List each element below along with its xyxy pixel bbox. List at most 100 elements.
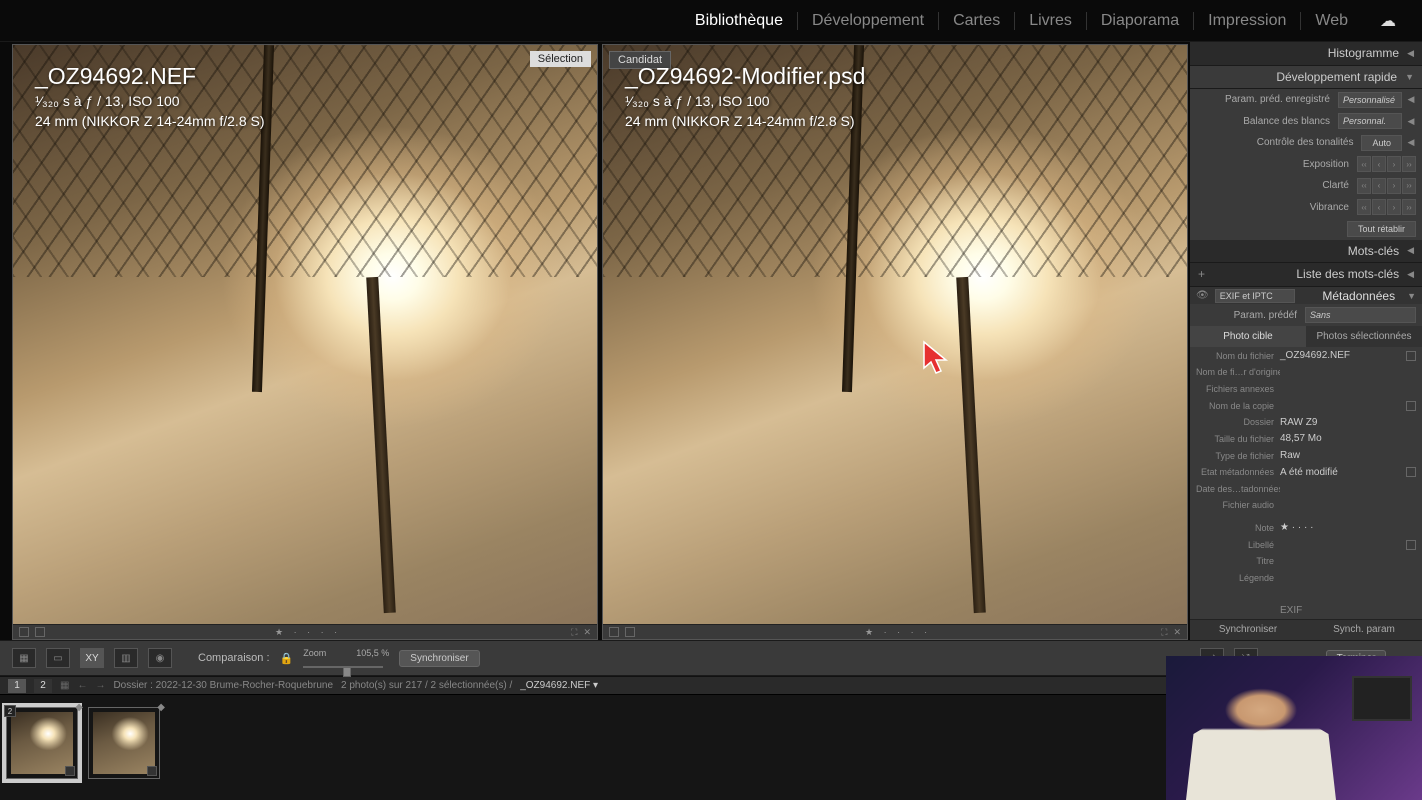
survey-view-icon[interactable]: ▥ (114, 648, 138, 668)
lens-label: 24 mm (NIKKOR Z 14-24mm f/2.8 S) (625, 112, 865, 132)
expand-icon[interactable]: ◀ (1406, 137, 1416, 148)
photo-content (603, 45, 1187, 624)
histogram-header[interactable]: Histogramme◀ (1190, 42, 1422, 66)
vibrance-stepper[interactable]: ‹‹‹››› (1357, 199, 1416, 215)
people-view-icon[interactable]: ◉ (148, 648, 172, 668)
badge-icon (147, 766, 157, 776)
close-icon[interactable]: ✕ (583, 627, 591, 638)
meta-exif-header: EXIF (1190, 602, 1422, 619)
compare-view-icon[interactable]: XY (80, 648, 104, 668)
nav-books[interactable]: Livres (1014, 12, 1086, 30)
exposure-label: Exposition (1196, 159, 1353, 170)
webcam-overlay (1166, 656, 1422, 800)
flag-reject-icon[interactable] (35, 627, 45, 637)
keywords-header[interactable]: Mots-clés◀ (1190, 240, 1422, 264)
metadata-header-row: 👁 EXIF et IPTC Métadonnées ▼ (1190, 287, 1422, 305)
nav-develop[interactable]: Développement (797, 12, 938, 30)
back-icon[interactable]: ← (77, 680, 87, 691)
meta-sidecar: Fichiers annexes (1190, 381, 1422, 398)
nav-maps[interactable]: Cartes (938, 12, 1014, 30)
action-icon[interactable] (1406, 540, 1416, 550)
photo-content (13, 45, 597, 624)
eye-icon[interactable]: 👁 (1196, 290, 1209, 301)
photo-count: 2 photo(s) sur 217 / 2 sélectionnée(s) / (341, 680, 512, 691)
clarity-label: Clarté (1196, 180, 1353, 191)
corner-marker: ◆ (75, 702, 83, 713)
vibrance-label: Vibrance (1196, 202, 1353, 213)
meta-label: Libellé (1190, 536, 1422, 553)
wb-select[interactable]: Personnal. (1338, 113, 1402, 129)
meta-origname: Nom de fi…r d'origine (1190, 364, 1422, 381)
grid-view-icon[interactable]: ▦ (12, 648, 36, 668)
quick-develop-header[interactable]: Développement rapide▼ (1190, 66, 1422, 90)
monitor-1-button[interactable]: 1 (8, 679, 26, 693)
corner-marker: ◆ (157, 702, 165, 713)
reset-all-button[interactable]: Tout rétablir (1347, 221, 1416, 237)
metadata-title[interactable]: Métadonnées (1322, 289, 1395, 303)
tone-label: Contrôle des tonalités (1196, 137, 1357, 148)
rating-stars[interactable]: ★ · · · · (51, 627, 565, 638)
lock-icon[interactable]: 🔒 (280, 652, 294, 665)
saved-preset-label: Param. préd. enregistré (1196, 94, 1334, 105)
action-icon[interactable] (1406, 401, 1416, 411)
metadata-set-select[interactable]: EXIF et IPTC (1215, 289, 1295, 303)
grid-small-icon[interactable]: ▦ (60, 680, 69, 691)
loupe-view-icon[interactable]: ▭ (46, 648, 70, 668)
tab-selected-photos[interactable]: Photos sélectionnées (1306, 326, 1422, 348)
badge-icon (65, 766, 75, 776)
meta-state: Etat métadonnéesA été modifié (1190, 464, 1422, 481)
meta-filesize: Taille du fichier48,57 Mo (1190, 431, 1422, 448)
saved-preset-select[interactable]: Personnalisé (1338, 92, 1402, 108)
filename-label: _OZ94692.NEF (35, 63, 265, 90)
wb-label: Balance des blancs (1196, 116, 1334, 127)
thumbnail[interactable]: ◆ (88, 707, 160, 779)
candidate-image[interactable]: Candidat _OZ94692-Modifier.psd ¹⁄₃₂₀ s à… (603, 45, 1187, 624)
thumbnail[interactable]: 2 ◆ (6, 707, 78, 779)
tone-control-row: Contrôle des tonalités Auto ◀ (1190, 132, 1422, 154)
exposure-label: ¹⁄₃₂₀ s à ƒ / 13, ISO 100 (625, 92, 865, 112)
rating-stars[interactable]: ★ · · · · (1280, 522, 1416, 533)
expand-icon[interactable]: ◀ (1406, 116, 1416, 127)
zoom-value: 105,5 % (356, 648, 389, 658)
image-footer: ★ · · · · ⛶ ✕ (13, 624, 597, 639)
folder-path[interactable]: Dossier : 2022-12-30 Brume-Rocher-Roqueb… (113, 680, 333, 691)
vibrance-row: Vibrance ‹‹‹››› (1190, 197, 1422, 219)
exposure-stepper[interactable]: ‹‹‹››› (1357, 156, 1416, 172)
flag-pick-icon[interactable] (609, 627, 619, 637)
main-area: Sélection _OZ94692.NEF ¹⁄₃₂₀ s à ƒ / 13,… (0, 42, 1422, 640)
flag-reject-icon[interactable] (625, 627, 635, 637)
selection-image[interactable]: Sélection _OZ94692.NEF ¹⁄₃₂₀ s à ƒ / 13,… (13, 45, 597, 624)
zoom-slider[interactable] (303, 658, 383, 668)
nav-slideshow[interactable]: Diaporama (1086, 12, 1193, 30)
sync-settings-button[interactable]: Synch. param (1306, 620, 1422, 640)
close-icon[interactable]: ✕ (1173, 627, 1181, 638)
action-icon[interactable] (1406, 351, 1416, 361)
action-icon[interactable] (1406, 467, 1416, 477)
clarity-stepper[interactable]: ‹‹‹››› (1357, 178, 1416, 194)
keyword-list-header[interactable]: +Liste des mots-clés◀ (1190, 263, 1422, 287)
nav-print[interactable]: Impression (1193, 12, 1300, 30)
nav-library[interactable]: Bibliothèque (681, 12, 797, 30)
exposure-row: Exposition ‹‹‹››› (1190, 154, 1422, 176)
rating-stars[interactable]: ★ · · · · (641, 627, 1155, 638)
meta-caption: Légende (1190, 570, 1422, 587)
lens-label: 24 mm (NIKKOR Z 14-24mm f/2.8 S) (35, 112, 265, 132)
monitor-2-button[interactable]: 2 (34, 679, 52, 693)
auto-tone-button[interactable]: Auto (1361, 135, 1402, 151)
flag-pick-icon[interactable] (19, 627, 29, 637)
reset-row: Tout rétablir (1190, 218, 1422, 240)
forward-icon[interactable]: → (95, 680, 105, 691)
unlink-icon[interactable]: ⛶ (571, 627, 577, 638)
meta-filename: Nom du fichier_OZ94692.NEF (1190, 347, 1422, 364)
expand-icon[interactable]: ◀ (1406, 94, 1416, 105)
nav-web[interactable]: Web (1300, 12, 1362, 30)
compare-label: Comparaison : (198, 652, 270, 664)
current-file[interactable]: _OZ94692.NEF ▾ (520, 680, 598, 691)
cloud-sync-icon[interactable]: ☁ (1362, 11, 1410, 31)
tab-target-photo[interactable]: Photo cible (1190, 326, 1306, 348)
image-info-overlay: _OZ94692.NEF ¹⁄₃₂₀ s à ƒ / 13, ISO 100 2… (35, 63, 265, 131)
unlink-icon[interactable]: ⛶ (1161, 627, 1167, 638)
sync-button[interactable]: Synchroniser (1190, 620, 1306, 640)
sync-compare-button[interactable]: Synchroniser (399, 650, 479, 667)
preset-select[interactable]: Sans (1305, 307, 1416, 323)
